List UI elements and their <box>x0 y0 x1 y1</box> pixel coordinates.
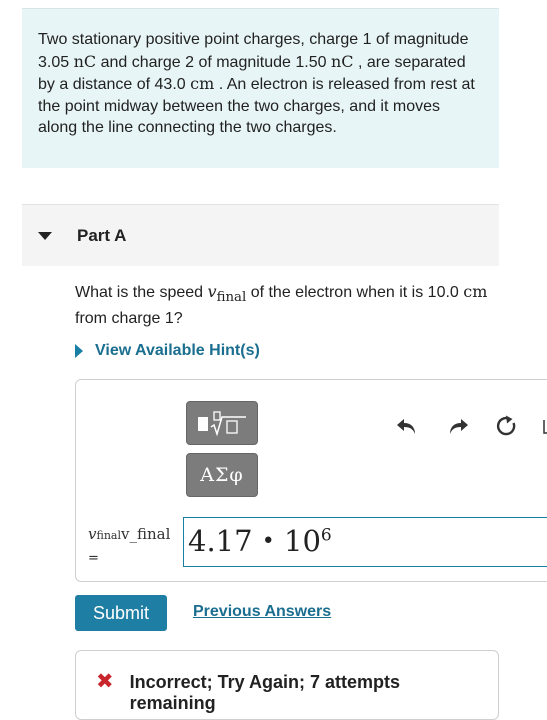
answer-base: 10 <box>284 524 321 558</box>
question-text: What is the speed vfinal of the electron… <box>75 281 505 329</box>
answer-variable-label: vfinalv_final = <box>88 525 170 568</box>
answer-mantissa: 4.17 <box>188 524 253 558</box>
submit-button[interactable]: Submit <box>75 595 167 631</box>
view-hints-toggle[interactable]: View Available Hint(s) <box>75 342 260 360</box>
hint-label: View Available Hint(s) <box>95 342 260 359</box>
answer-editor: ΑΣφ vfinalv_final = 4.17 • 106 <box>75 379 547 582</box>
multiply-dot: • <box>261 529 275 554</box>
reset-icon[interactable] <box>495 414 519 438</box>
unit-nc-1: nC <box>73 51 97 71</box>
redo-icon[interactable] <box>446 414 470 438</box>
sqrt-template-icon <box>198 411 246 437</box>
greek-symbols-button[interactable]: ΑΣφ <box>186 453 258 497</box>
collapse-triangle-icon <box>38 231 52 240</box>
unit-cm: cm <box>190 74 215 93</box>
question-text-2: of the electron when it is 10.0 <box>246 284 464 301</box>
keyboard-shortcuts-icon[interactable] <box>542 414 547 438</box>
answer-variable-sub: final <box>96 529 121 542</box>
answer-exponent: 6 <box>320 525 332 546</box>
question-variable: v <box>207 282 217 301</box>
templates-button[interactable] <box>186 401 258 445</box>
undo-icon[interactable] <box>395 414 419 438</box>
expand-triangle-icon <box>75 344 83 358</box>
feedback-text: Incorrect; Try Again; 7 attempts remaini… <box>129 672 401 713</box>
question-text-1: What is the speed <box>75 284 208 301</box>
answer-input[interactable]: 4.17 • 106 <box>183 517 547 567</box>
question-text-3: from charge 1? <box>75 310 183 328</box>
equals-sign: = <box>88 551 99 566</box>
part-a-header[interactable]: Part A <box>22 204 499 266</box>
question-variable-sub: final <box>216 290 247 306</box>
x-icon: ✖ <box>96 670 114 693</box>
previous-answers-link[interactable]: Previous Answers <box>193 603 331 621</box>
answer-variable-raw: v_final <box>120 525 171 543</box>
problem-text-2: and charge 2 of magnitude 1.50 <box>96 53 331 71</box>
unit-nc-2: nC <box>330 51 354 71</box>
problem-text: Two stationary positive point charges, c… <box>38 29 483 139</box>
question-unit: cm <box>463 282 488 301</box>
problem-statement: Two stationary positive point charges, c… <box>22 8 499 168</box>
feedback-box: ✖ Incorrect; Try Again; 7 attempts remai… <box>75 650 499 720</box>
part-title: Part A <box>77 225 127 245</box>
